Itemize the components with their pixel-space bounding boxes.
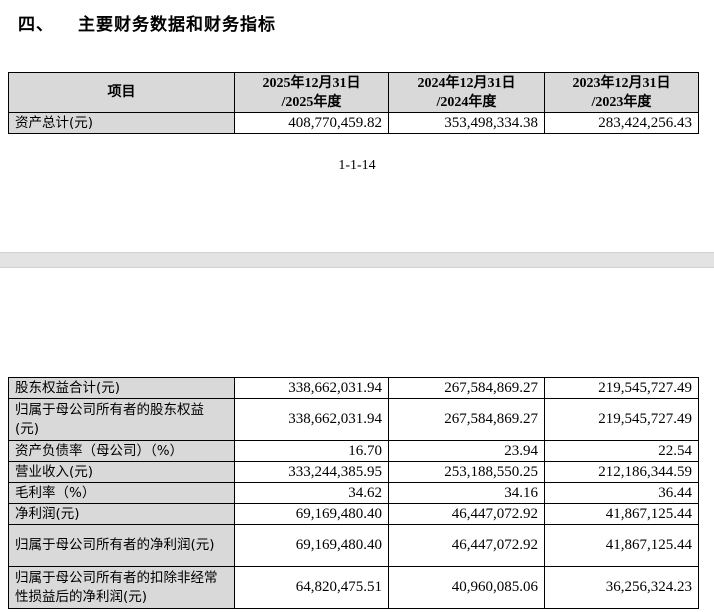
row-label: 归属于母公司所有者的扣除非经常性损益后的净利润(元) [8,566,235,609]
value-2025: 69,169,480.40 [234,524,389,567]
value-2025: 338,662,031.94 [234,377,389,399]
value-2025: 34.62 [234,482,389,504]
row-label: 资产总计(元) [8,112,235,134]
financial-table-part-2: 股东权益合计(元) 338,662,031.94 267,584,869.27 … [8,377,699,609]
table-row: 归属于母公司所有者的净利润(元) 69,169,480.40 46,447,07… [8,524,699,567]
value-2023: 36.44 [544,482,699,504]
value-2025: 16.70 [234,440,389,462]
document-page-1: 四、 主要财务数据和财务指标 项目 2025年12月31日/2025年度 2024… [0,0,714,252]
header-2024: 2024年12月31日/2024年度 [388,72,545,113]
header-2025: 2025年12月31日/2025年度 [234,72,389,113]
table-row: 归属于母公司所有者的股东权益(元) 338,662,031.94 267,584… [8,398,699,441]
value-2023: 22.54 [544,440,699,462]
table-header-row: 项目 2025年12月31日/2025年度 2024年12月31日/2024年度… [8,72,699,113]
page-number: 1-1-14 [338,158,376,173]
value-2025: 408,770,459.82 [234,112,389,134]
value-2023: 41,867,125.44 [544,503,699,525]
value-2025: 333,244,385.95 [234,461,389,483]
row-label: 营业收入(元) [8,461,235,483]
row-label: 归属于母公司所有者的净利润(元) [8,524,235,567]
header-2023: 2023年12月31日/2023年度 [544,72,699,113]
row-label: 毛利率（%） [8,482,235,504]
value-2023: 36,256,324.23 [544,566,699,609]
value-2023: 219,545,727.49 [544,398,699,441]
section-title: 主要财务数据和财务指标 [78,15,276,35]
section-heading: 四、 主要财务数据和财务指标 [18,10,276,35]
table-row: 资产总计(元) 408,770,459.82 353,498,334.38 28… [8,112,699,134]
row-label: 股东权益合计(元) [8,377,235,399]
row-label: 净利润(元) [8,503,235,525]
table-row: 毛利率（%） 34.62 34.16 36.44 [8,482,699,504]
value-2024: 353,498,334.38 [388,112,545,134]
row-label: 资产负债率（母公司）（%） [8,440,235,462]
financial-table-part-1: 项目 2025年12月31日/2025年度 2024年12月31日/2024年度… [8,72,699,134]
table-row: 归属于母公司所有者的扣除非经常性损益后的净利润(元) 64,820,475.51… [8,566,699,609]
value-2023: 212,186,344.59 [544,461,699,483]
value-2024: 253,188,550.25 [388,461,545,483]
value-2025: 338,662,031.94 [234,398,389,441]
header-item: 项目 [8,72,235,113]
value-2024: 267,584,869.27 [388,377,545,399]
value-2024: 46,447,072.92 [388,503,545,525]
table-row: 净利润(元) 69,169,480.40 46,447,072.92 41,86… [8,503,699,525]
page-separator [0,252,714,268]
table-row: 营业收入(元) 333,244,385.95 253,188,550.25 21… [8,461,699,483]
table-row: 股东权益合计(元) 338,662,031.94 267,584,869.27 … [8,377,699,399]
value-2024: 23.94 [388,440,545,462]
value-2024: 34.16 [388,482,545,504]
table-row: 资产负债率（母公司）（%） 16.70 23.94 22.54 [8,440,699,462]
value-2024: 40,960,085.06 [388,566,545,609]
value-2024: 46,447,072.92 [388,524,545,567]
section-number: 四、 [18,15,54,35]
row-label: 归属于母公司所有者的股东权益(元) [8,398,235,441]
value-2023: 219,545,727.49 [544,377,699,399]
value-2025: 69,169,480.40 [234,503,389,525]
value-2023: 283,424,256.43 [544,112,699,134]
value-2024: 267,584,869.27 [388,398,545,441]
value-2023: 41,867,125.44 [544,524,699,567]
document-page-2: 股东权益合计(元) 338,662,031.94 267,584,869.27 … [0,268,714,612]
value-2025: 64,820,475.51 [234,566,389,609]
